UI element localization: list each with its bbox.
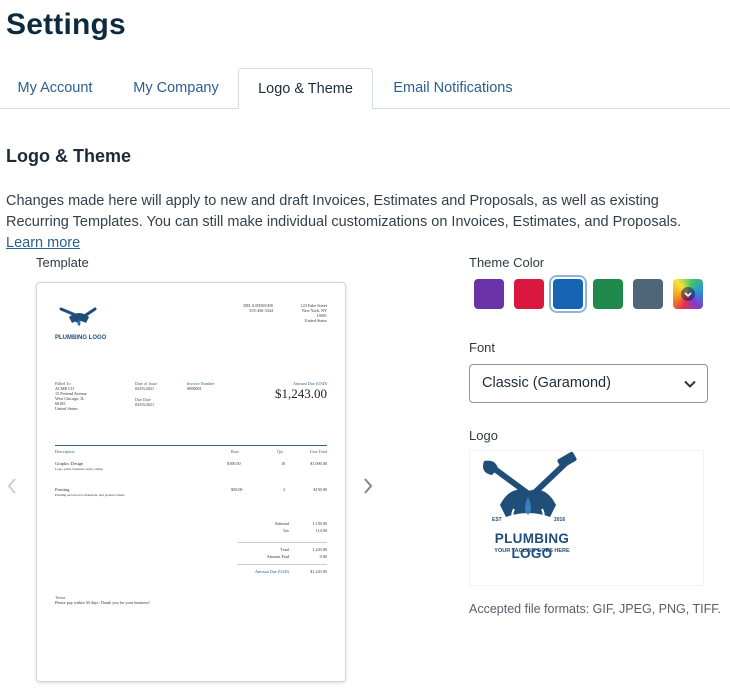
header-divider <box>55 445 327 446</box>
theme-swatch-red[interactable] <box>514 279 544 309</box>
chevron-down-icon <box>681 287 695 301</box>
plumbing-logo-image <box>483 451 577 522</box>
invoice-company: DELA DESIGNS 555-456-3344 <box>233 303 273 313</box>
amount-due-value: $1,243.00 <box>275 386 327 401</box>
amount-paid-value: 0.00 <box>319 554 327 559</box>
item-total: $1,000.00 <box>310 461 327 466</box>
logo-title: PLUMBING LOGO <box>494 531 570 561</box>
item-detail: Printing services for materials, and pro… <box>55 493 125 497</box>
learn-more-link[interactable]: Learn more <box>6 235 80 251</box>
page-title: Settings <box>6 8 126 41</box>
theme-swatch-custom[interactable] <box>673 279 703 309</box>
subtotal-value: 1,150.00 <box>312 521 327 526</box>
date-block: Date of Issue 02/03/2021 Due Date 03/03/… <box>135 381 157 407</box>
amount-due-footer-label: Amount Due (USD) <box>255 569 289 574</box>
logo-upload[interactable]: EST 2016 PLUMBING LOGO YOUR TAGLINE GOES… <box>469 450 704 586</box>
address-line: United States <box>304 318 327 323</box>
company-phone: 555-456-3344 <box>249 308 273 313</box>
item-qty: 10 <box>281 461 286 466</box>
logo-year: 2016 <box>554 517 566 523</box>
section-title: Logo & Theme <box>6 146 131 166</box>
col-description: Description <box>55 449 75 454</box>
tax-label: Tax <box>282 528 289 533</box>
due-value: 03/03/2021 <box>135 402 155 407</box>
item-rate: $100.00 <box>227 461 241 466</box>
col-line-total: Line Total <box>309 449 327 454</box>
font-select[interactable]: Classic (Garamond) <box>469 364 708 403</box>
section-description: Changes made here will apply to new and … <box>6 191 722 254</box>
item-qty: 3 <box>283 487 286 492</box>
terms-block: Terms Please pay within 30 days. Thank y… <box>55 595 150 605</box>
amount-due-footer-value: $1,243.00 <box>310 569 327 574</box>
template-label: Template <box>36 255 89 270</box>
date-value: 02/03/2021 <box>135 386 155 391</box>
item-name: Graphic Design <box>55 461 84 466</box>
item-total: $150.00 <box>313 487 327 492</box>
tab-logo-theme[interactable]: Logo & Theme <box>238 68 373 109</box>
settings-tabs: My Account My Company Logo & Theme Email… <box>0 68 730 109</box>
logo-est: EST <box>492 517 502 523</box>
item-detail: Logo, print, business cards, stamp <box>55 467 103 471</box>
font-select-value: Classic (Garamond) <box>482 375 611 391</box>
amount-paid-label: Amount Paid <box>266 554 289 559</box>
invoice-template-preview[interactable]: PLUMBING LOGO DELA DESIGNS 555-456-3344 … <box>36 282 346 682</box>
totals-block: Subtotal 1,150.00 Tax 114.00 Total 1,243.00… <box>237 521 327 576</box>
invoice-number-block: Invoice Number 0000001 <box>187 381 214 391</box>
theme-color-label: Theme Color <box>469 255 545 270</box>
invoice-number-value: 0000001 <box>187 386 202 391</box>
theme-swatch-green[interactable] <box>593 279 623 309</box>
theme-swatch-blue[interactable] <box>553 279 583 309</box>
total-label: Total <box>280 547 289 552</box>
billed-to-block: Billed To ACME CO 15 Pretend Avenue West… <box>55 381 87 411</box>
theme-swatch-purple[interactable] <box>474 279 504 309</box>
totals-divider <box>237 542 327 543</box>
tab-my-company[interactable]: My Company <box>118 68 234 109</box>
col-qty: Qty <box>277 449 284 454</box>
accepted-formats-text: Accepted file formats: GIF, JPEG, PNG, T… <box>469 602 721 616</box>
totals-divider <box>237 564 327 565</box>
invoice-company-address: 123 Fake Street New York, NY 10001 Unite… <box>285 303 327 323</box>
amount-due-block: Amount Due (USD) $1,243.00 <box>255 381 327 401</box>
chevron-down-icon <box>684 380 696 388</box>
invoice-logo-icon <box>57 307 101 335</box>
terms-value: Please pay within 30 days. Thank you for… <box>55 600 150 605</box>
item-name: Printing <box>55 487 70 492</box>
billed-to-line: United States <box>55 406 78 411</box>
subtotal-label: Subtotal <box>275 521 289 526</box>
logo-label: Logo <box>469 428 498 443</box>
tax-value: 114.00 <box>315 528 327 533</box>
tab-my-account[interactable]: My Account <box>0 68 110 109</box>
invoice-logo-text: PLUMBING LOGO <box>55 335 107 341</box>
item-rate: $50.00 <box>231 487 243 492</box>
description-text: Changes made here will apply to new and … <box>6 193 682 230</box>
theme-swatch-slate[interactable] <box>633 279 663 309</box>
col-rate: Rate <box>231 449 239 454</box>
font-label: Font <box>469 340 496 355</box>
total-value: 1,243.00 <box>312 547 327 552</box>
logo-tagline: YOUR TAGLINE GOES HERE <box>494 548 570 554</box>
chevron-right-icon[interactable] <box>362 476 374 502</box>
tab-email-notifications[interactable]: Email Notifications <box>380 68 526 109</box>
chevron-left-icon[interactable] <box>6 476 18 502</box>
